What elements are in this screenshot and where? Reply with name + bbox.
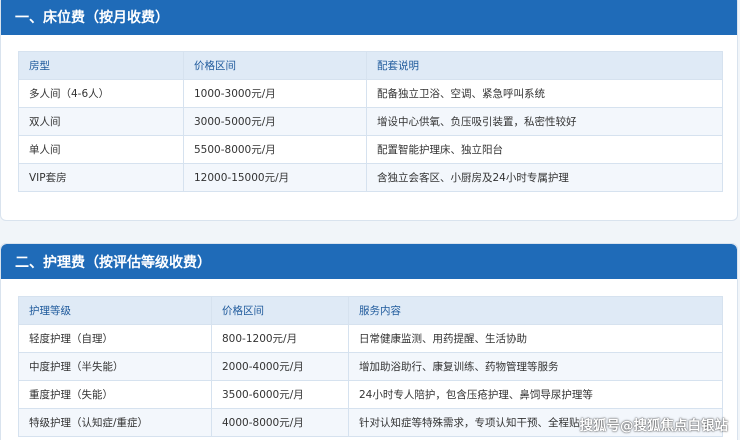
- service-cell: 日常健康监测、用药提醒、生活协助: [348, 324, 723, 353]
- bed-fee-card: 一、床位费（按月收费） 房型 价格区间 配套说明 多人间（4-6人） 1000-…: [0, 0, 738, 221]
- description-cell: 增设中心供氧、负压吸引装置，私密性较好: [366, 107, 723, 136]
- column-header-service-content: 服务内容: [348, 296, 723, 325]
- table-row: 多人间（4-6人） 1000-3000元/月 配备独立卫浴、空调、紧急呼叫系统: [18, 79, 723, 108]
- care-level-cell: 中度护理（半失能）: [18, 352, 212, 381]
- price-cell: 12000-15000元/月: [183, 163, 367, 192]
- price-cell: 800-1200元/月: [211, 324, 349, 353]
- price-cell: 3000-5000元/月: [183, 107, 367, 136]
- price-cell: 4000-8000元/月: [211, 408, 349, 437]
- table-header-row: 护理等级 价格区间 服务内容: [18, 296, 723, 325]
- description-cell: 配置智能护理床、独立阳台: [366, 135, 723, 164]
- price-cell: 5500-8000元/月: [183, 135, 367, 164]
- column-header-price-range: 价格区间: [211, 296, 349, 325]
- table-header-row: 房型 价格区间 配套说明: [18, 51, 723, 80]
- description-cell: 含独立会客区、小厨房及24小时专属护理: [366, 163, 723, 192]
- table-row: VIP套房 12000-15000元/月 含独立会客区、小厨房及24小时专属护理: [18, 163, 723, 192]
- price-cell: 2000-4000元/月: [211, 352, 349, 381]
- price-cell: 3500-6000元/月: [211, 380, 349, 409]
- bed-fee-title: 一、床位费（按月收费）: [1, 0, 737, 35]
- nursing-fee-card: 二、护理费（按评估等级收费） 护理等级 价格区间 服务内容 轻度护理（自理） 8…: [0, 243, 738, 440]
- table-row: 重度护理（失能） 3500-6000元/月 24小时专人陪护，包含压疮护理、鼻饲…: [18, 380, 723, 409]
- table-row: 中度护理（半失能） 2000-4000元/月 增加助浴助行、康复训练、药物管理等…: [18, 352, 723, 381]
- service-cell: 24小时专人陪护，包含压疮护理、鼻饲导尿护理等: [348, 380, 723, 409]
- room-type-cell: 双人间: [18, 107, 184, 136]
- service-cell: 增加助浴助行、康复训练、药物管理等服务: [348, 352, 723, 381]
- bed-fee-table: 房型 价格区间 配套说明 多人间（4-6人） 1000-3000元/月 配备独立…: [18, 51, 723, 192]
- column-header-price-range: 价格区间: [183, 51, 367, 80]
- room-type-cell: 单人间: [18, 135, 184, 164]
- care-level-cell: 特级护理（认知症/重症）: [18, 408, 212, 437]
- table-row: 轻度护理（自理） 800-1200元/月 日常健康监测、用药提醒、生活协助: [18, 324, 723, 353]
- table-row: 双人间 3000-5000元/月 增设中心供氧、负压吸引装置，私密性较好: [18, 107, 723, 136]
- table-row: 单人间 5500-8000元/月 配置智能护理床、独立阳台: [18, 135, 723, 164]
- watermark-text: 搜狐号@搜狐焦点白银站: [579, 418, 729, 434]
- room-type-cell: 多人间（4-6人）: [18, 79, 184, 108]
- column-header-room-type: 房型: [18, 51, 184, 80]
- description-cell: 配备独立卫浴、空调、紧急呼叫系统: [366, 79, 723, 108]
- care-level-cell: 轻度护理（自理）: [18, 324, 212, 353]
- care-level-cell: 重度护理（失能）: [18, 380, 212, 409]
- room-type-cell: VIP套房: [18, 163, 184, 192]
- price-cell: 1000-3000元/月: [183, 79, 367, 108]
- column-header-description: 配套说明: [366, 51, 723, 80]
- column-header-care-level: 护理等级: [18, 296, 212, 325]
- nursing-fee-title: 二、护理费（按评估等级收费）: [1, 244, 737, 279]
